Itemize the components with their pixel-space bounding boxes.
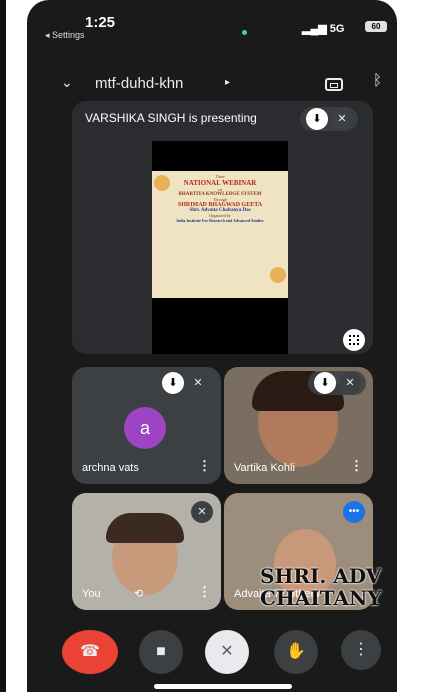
more-vertical-icon[interactable]: ⋮ (198, 458, 211, 474)
tile-actions: ⬇ ✕ (300, 107, 358, 131)
caption-overlay: SHRI. ADV CHAITANY (260, 565, 421, 609)
mic-muted-icon: ✕ (187, 372, 209, 394)
raise-hand-icon[interactable]: ✋ (274, 630, 318, 674)
webinar-slide: Three NATIONAL WEBINAR on BHARTIYA KNOWL… (152, 171, 288, 298)
participant-name: Vartika Kohli (234, 462, 295, 474)
pin-icon[interactable]: ⬇ (306, 108, 328, 130)
battery-icon: 60 (365, 21, 387, 32)
participant-tile[interactable]: ⬇ ✕ Vartika Kohli ⋮ (224, 367, 373, 484)
mic-muted-icon: ✕ (331, 108, 353, 130)
speaking-indicator-icon: ••• (343, 501, 365, 523)
slide-title: NATIONAL WEBINAR (183, 179, 257, 187)
home-indicator[interactable] (154, 684, 292, 689)
flower-decoration (270, 267, 286, 283)
fullscreen-icon[interactable] (343, 329, 365, 351)
status-bar: 1:25 ◂ Settings ▂▄▆ 5G 60 (27, 0, 397, 44)
network-type: 5G (329, 23, 345, 35)
more-vertical-icon[interactable]: ⋮ (341, 630, 381, 670)
slide-line: India Institute For Research and Advance… (176, 218, 264, 223)
mic-muted-icon: ✕ (339, 372, 361, 394)
avatar: a (124, 407, 166, 449)
caption-line: CHAITANY (260, 586, 382, 610)
signal-icon: ▂▄▆ 5G (302, 23, 345, 35)
mic-off-icon[interactable]: ✕ (205, 630, 249, 674)
switch-camera-icon[interactable]: ⟲ (134, 587, 143, 600)
participant-tile[interactable]: ⬇ ✕ a archna vats ⋮ (72, 367, 221, 484)
caption-line: SHRI. ADV (260, 564, 382, 588)
chevron-right-icon[interactable]: ▸ (225, 77, 230, 88)
presentation-tile[interactable]: VARSHIKA SINGH is presenting ⬇ ✕ Three N… (72, 101, 373, 354)
tile-actions: ⬇ ✕ (156, 371, 214, 395)
flower-decoration (154, 175, 170, 191)
back-to-settings-link[interactable]: ◂ Settings (45, 30, 85, 41)
pin-icon[interactable]: ⬇ (314, 372, 336, 394)
tile-actions: ⬇ ✕ (308, 371, 366, 395)
clock: 1:25 (85, 14, 116, 31)
meeting-topbar: ⌄ mtf-duhd-khn ▸ ᛒ (27, 68, 397, 104)
video-camera-icon[interactable]: ■ (139, 630, 183, 674)
phone-hangup-icon[interactable]: ☎ (62, 630, 118, 674)
shared-screen: Three NATIONAL WEBINAR on BHARTIYA KNOWL… (152, 141, 288, 354)
participant-name: You (82, 588, 101, 600)
left-frame-edge (0, 0, 6, 692)
more-vertical-icon[interactable]: ⋮ (198, 584, 211, 600)
cast-icon[interactable] (325, 78, 343, 91)
meeting-code[interactable]: mtf-duhd-khn (95, 75, 183, 92)
camera-indicator-dot (242, 30, 247, 35)
mic-muted-icon: ✕ (191, 501, 213, 523)
participant-hair (106, 513, 184, 543)
presenter-label: VARSHIKA SINGH is presenting (85, 111, 257, 125)
bluetooth-icon[interactable]: ᛒ (373, 72, 382, 89)
call-controls: ☎ ■ ✕ ✋ ⋮ (27, 620, 397, 692)
chevron-down-icon[interactable]: ⌄ (61, 74, 73, 91)
pin-icon[interactable]: ⬇ (162, 372, 184, 394)
participant-tile[interactable]: ✕ You ⟲ ⋮ (72, 493, 221, 610)
participant-name: archna vats (82, 462, 139, 474)
more-vertical-icon[interactable]: ⋮ (350, 458, 363, 474)
